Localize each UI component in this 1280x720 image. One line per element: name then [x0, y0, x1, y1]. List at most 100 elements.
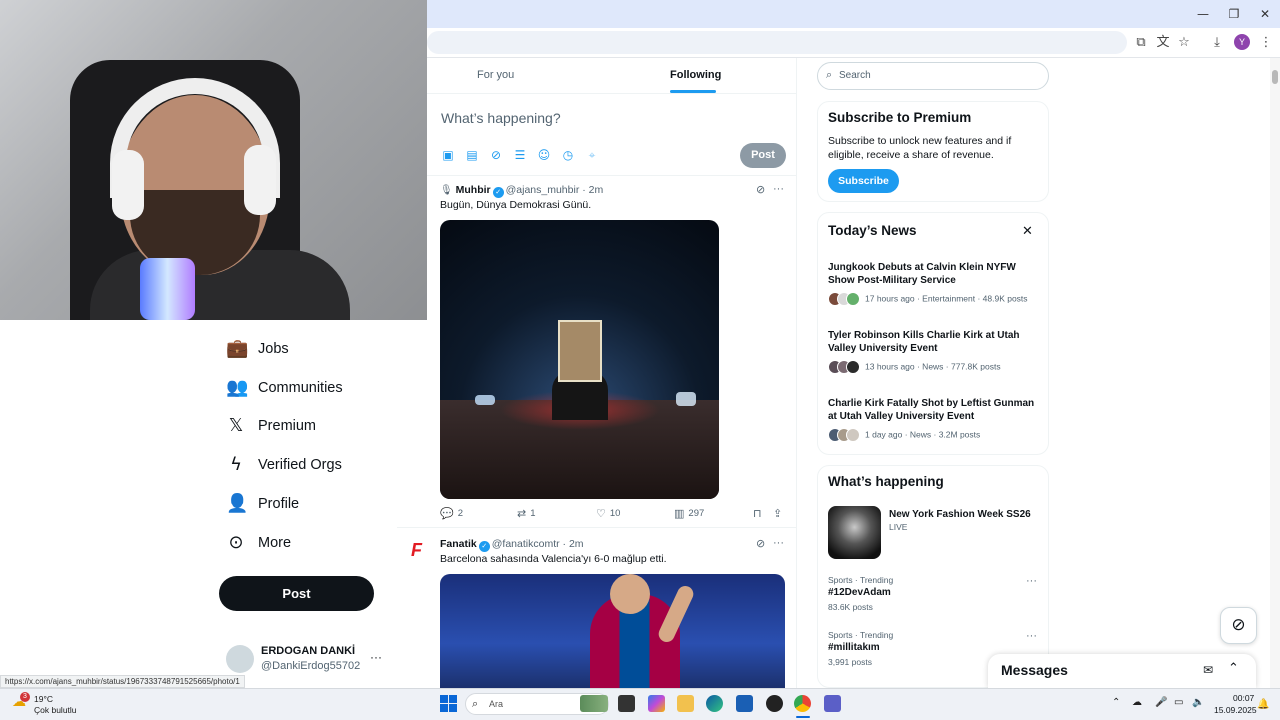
search-icon: ⌕ — [472, 697, 479, 710]
more-icon[interactable]: ··· — [1026, 630, 1037, 642]
onedrive-icon[interactable]: ☁ — [1132, 697, 1142, 708]
clock-time[interactable]: 00:07 — [1233, 693, 1254, 703]
avatar — [828, 428, 862, 442]
grok-button[interactable]: ⊘ — [1220, 607, 1257, 644]
share-icon: ⇪ — [773, 507, 783, 520]
view-count: 297 — [688, 508, 705, 519]
views-button[interactable]: ▥ 297 — [674, 507, 704, 520]
post-button[interactable]: Post — [219, 576, 374, 611]
location-icon[interactable]: ⌖ — [585, 148, 599, 162]
repost-button[interactable]: ⇄ 1 — [517, 507, 536, 520]
microphone-icon[interactable]: 🎤 — [1155, 697, 1167, 708]
start-button[interactable] — [440, 695, 457, 712]
trend-name[interactable]: #12DevAdam — [828, 587, 891, 598]
more-icon[interactable]: ··· — [773, 537, 784, 549]
compose-post-button[interactable]: Post — [740, 143, 786, 168]
install-icon[interactable]: ⧉ — [1132, 35, 1150, 51]
download-icon[interactable]: ⤓ — [1208, 35, 1226, 51]
reply-button[interactable]: 💬 2 — [440, 507, 463, 520]
minimize-button[interactable]: — — [1193, 5, 1213, 23]
news-item-title[interactable]: Charlie Kirk Fatally Shot by Leftist Gun… — [828, 397, 1038, 423]
sidebar-item-verified-orgs[interactable]: ϟ Verified Orgs — [226, 451, 342, 479]
menu-icon[interactable]: ⋮ — [1257, 35, 1275, 51]
schedule-icon[interactable]: ◷ — [561, 148, 575, 162]
fanatik-logo-icon[interactable]: F — [411, 540, 431, 560]
clock-date[interactable]: 15.09.2025 — [1214, 705, 1257, 715]
file-explorer-icon[interactable] — [677, 695, 694, 712]
like-button[interactable]: ♡ 10 — [596, 507, 620, 520]
news-item-meta: 1 day ago · News · 3.2M posts — [828, 428, 980, 442]
account-handle: @DankiErdog55702 — [261, 660, 361, 672]
display-icon[interactable]: ▭ — [1174, 697, 1183, 708]
more-icon[interactable]: ··· — [1026, 575, 1037, 587]
volume-icon[interactable]: 🔈 — [1192, 697, 1204, 708]
store-icon[interactable] — [736, 695, 753, 712]
views-icon: ▥ — [674, 507, 685, 520]
gif-icon[interactable]: ▤ — [465, 148, 479, 162]
tweet-handle[interactable]: @ajans_muhbir — [506, 184, 580, 196]
news-item-title[interactable]: Tyler Robinson Kills Charlie Kirk at Uta… — [828, 329, 1038, 355]
bookmark-star-icon[interactable]: ☆ — [1175, 35, 1193, 51]
tweet-time[interactable]: 2m — [569, 538, 584, 550]
tweet-author-name[interactable]: Fanatik — [440, 538, 477, 550]
share-button[interactable]: ⇪ — [773, 507, 786, 520]
app-icon[interactable] — [766, 695, 783, 712]
compose-input[interactable]: What’s happening? — [441, 110, 561, 126]
task-view-icon[interactable] — [618, 695, 635, 712]
taskbar — [0, 688, 1280, 720]
new-message-icon[interactable]: ✉ — [1203, 663, 1213, 677]
scrollbar-thumb[interactable] — [1272, 70, 1278, 84]
teams-icon[interactable] — [824, 695, 841, 712]
weather-temperature[interactable]: 19°C — [34, 694, 53, 704]
poll-icon[interactable]: ☰ — [513, 148, 527, 162]
tweet-photo[interactable] — [440, 220, 719, 499]
bookmark-button[interactable]: ⊓ — [753, 507, 766, 520]
tweet-author-name[interactable]: Muhbir — [456, 184, 491, 196]
close-icon[interactable]: ✕ — [1022, 224, 1033, 239]
tweet-time[interactable]: 2m — [589, 184, 604, 196]
subscribe-button[interactable]: Subscribe — [828, 169, 899, 193]
verified-badge-icon: ✓ — [478, 541, 490, 552]
close-window-button[interactable]: ✕ — [1255, 5, 1275, 23]
sidebar-item-premium[interactable]: 𝕏 Premium — [226, 412, 316, 440]
search-icon: ⌕ — [826, 68, 833, 81]
grok-icon[interactable]: ⊘ — [756, 183, 765, 196]
notification-bell-icon[interactable]: 🔔 — [1257, 699, 1269, 710]
search-placeholder: Search — [839, 70, 871, 81]
restore-button[interactable]: ❐ — [1224, 5, 1244, 23]
translate-icon[interactable]: 文 — [1154, 35, 1172, 51]
divider — [397, 527, 796, 528]
dot-separator: · — [579, 184, 589, 196]
sidebar-item-profile[interactable]: 👤 Profile — [226, 490, 299, 518]
event-title[interactable]: New York Fashion Week SS26 — [889, 509, 1031, 520]
tweet-photo[interactable] — [440, 574, 785, 690]
sidebar-item-communities[interactable]: 👥 Communities — [226, 374, 343, 402]
sidebar-item-more[interactable]: ⊙ More — [226, 529, 291, 557]
profile-avatar[interactable]: Y — [1234, 34, 1250, 50]
search-highlight-icon[interactable] — [580, 695, 608, 712]
image-icon[interactable]: ▣ — [441, 148, 455, 162]
news-item-title[interactable]: Jungkook Debuts at Calvin Klein NYFW Sho… — [828, 261, 1038, 287]
more-icon[interactable]: ··· — [773, 183, 784, 195]
edge-icon[interactable] — [706, 695, 723, 712]
grok-icon[interactable]: ⊘ — [489, 148, 503, 162]
more-icon[interactable]: ··· — [370, 650, 382, 664]
photo-poster — [558, 320, 602, 382]
chrome-icon[interactable] — [794, 695, 811, 712]
scrollbar[interactable] — [1270, 58, 1280, 688]
trend-name[interactable]: #millitakım — [828, 642, 880, 653]
tab-for-you[interactable]: For you — [477, 69, 514, 81]
tweet-handle[interactable]: @fanatikcomtr — [492, 538, 560, 550]
like-count: 10 — [609, 508, 621, 519]
weather-description[interactable]: Çok bulutlu — [34, 705, 77, 715]
event-thumbnail[interactable] — [828, 506, 881, 559]
sidebar-item-jobs[interactable]: 💼 Jobs — [226, 335, 289, 363]
emoji-icon[interactable]: ☺ — [537, 148, 551, 162]
tab-following[interactable]: Following — [670, 69, 721, 81]
url-field[interactable] — [427, 31, 1127, 54]
chevron-up-icon[interactable]: ⌃ — [1112, 697, 1120, 708]
news-item-meta-text: 13 hours ago · News · 777.8K posts — [865, 361, 1001, 372]
copilot-icon[interactable] — [648, 695, 665, 712]
chevron-up-icon[interactable]: ⌃ — [1228, 661, 1239, 676]
grok-icon[interactable]: ⊘ — [756, 537, 765, 550]
